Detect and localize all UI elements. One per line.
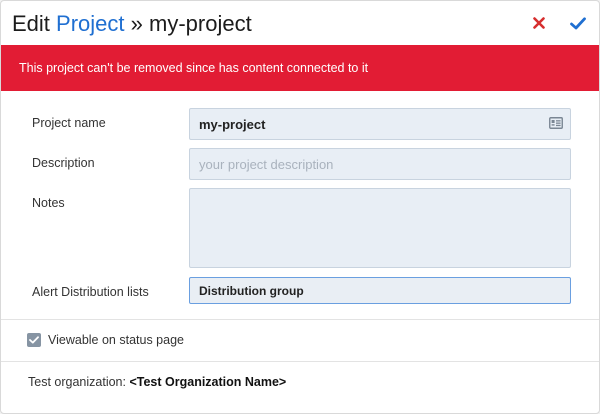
org-label: Test organization: — [28, 375, 126, 389]
edit-project-dialog: Edit Project » my-project This project c… — [0, 0, 600, 414]
organization-footer: Test organization: <Test Organization Na… — [28, 375, 286, 389]
save-button[interactable] — [567, 12, 589, 34]
viewable-checkbox[interactable] — [27, 333, 41, 347]
alert-lists-input[interactable] — [189, 277, 571, 304]
description-label: Description — [32, 156, 95, 170]
project-name-input[interactable] — [189, 108, 571, 140]
page-title: Edit Project » my-project — [12, 10, 252, 38]
notes-label: Notes — [32, 196, 65, 210]
viewable-label[interactable]: Viewable on status page — [48, 333, 184, 347]
checkbox-check-icon — [29, 336, 39, 344]
cancel-button[interactable] — [528, 12, 550, 34]
error-banner: This project can't be removed since has … — [1, 45, 599, 91]
title-project-name: my-project — [149, 11, 252, 36]
title-separator: » — [130, 11, 143, 36]
description-input[interactable] — [189, 148, 571, 180]
title-prefix: Edit — [12, 11, 50, 36]
checkmark-icon — [570, 16, 586, 29]
footer-divider — [1, 361, 599, 362]
close-x-icon — [533, 17, 545, 29]
notes-textarea[interactable] — [189, 188, 571, 268]
dialog-header: Edit Project » my-project — [1, 1, 599, 45]
alert-lists-label: Alert Distribution lists — [32, 285, 149, 299]
title-project-link[interactable]: Project — [56, 11, 124, 36]
contact-card-icon[interactable] — [549, 117, 563, 129]
project-name-label: Project name — [32, 116, 106, 130]
section-divider — [1, 319, 599, 320]
org-name: <Test Organization Name> — [129, 375, 287, 389]
